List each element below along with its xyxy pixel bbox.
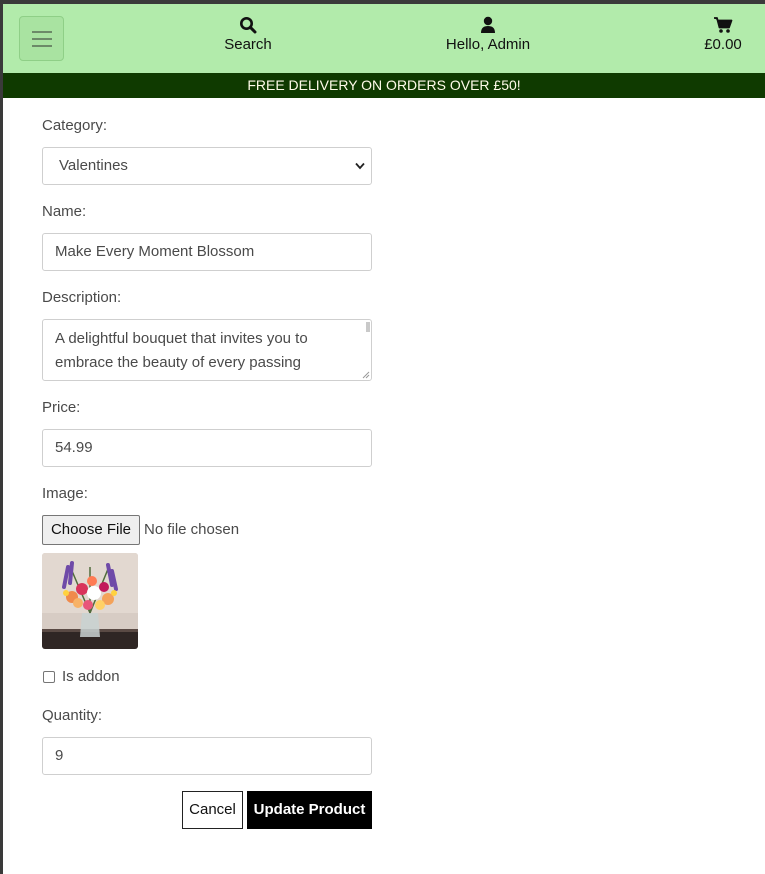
- hamburger-icon-bar: [32, 38, 52, 40]
- choose-file-button[interactable]: Choose File: [42, 515, 140, 545]
- description-textarea[interactable]: A delightful bouquet that invites you to…: [42, 319, 372, 381]
- bag-total: £0.00: [704, 36, 742, 53]
- addon-checkbox[interactable]: [43, 671, 55, 683]
- price-input[interactable]: 54.99: [42, 429, 372, 467]
- bag-link[interactable]: £0.00: [693, 16, 753, 53]
- image-label: Image:: [42, 485, 88, 502]
- account-link[interactable]: Hello, Admin: [423, 16, 553, 53]
- description-label: Description:: [42, 289, 122, 306]
- category-selected: Valentines: [59, 157, 128, 174]
- description-text: A delightful bouquet that invites you to…: [55, 330, 308, 371]
- quantity-input[interactable]: 9: [42, 737, 372, 775]
- category-select[interactable]: Valentines: [42, 147, 372, 185]
- menu-toggle-button[interactable]: [19, 16, 64, 61]
- resize-grip-icon[interactable]: [362, 371, 370, 379]
- name-label: Name:: [42, 203, 87, 220]
- update-product-button[interactable]: Update Product: [247, 791, 372, 829]
- page: Search Hello, Admin £0.00 FREE DELIVERY …: [3, 4, 765, 874]
- search-label: Search: [224, 36, 272, 53]
- cart-icon: [714, 17, 733, 33]
- user-icon: [481, 16, 495, 33]
- price-label: Price:: [42, 399, 81, 416]
- category-label: Category:: [42, 117, 108, 134]
- hamburger-icon-bar: [32, 45, 52, 47]
- hamburger-icon: [32, 31, 52, 33]
- search-icon: [240, 17, 257, 34]
- addon-label: Is addon: [62, 668, 120, 685]
- delivery-banner: FREE DELIVERY ON ORDERS OVER £50!: [3, 73, 765, 98]
- search-link[interactable]: Search: [208, 16, 288, 53]
- quantity-label: Quantity:: [42, 707, 103, 724]
- name-input[interactable]: Make Every Moment Blossom: [42, 233, 372, 271]
- cancel-button[interactable]: Cancel: [182, 791, 243, 829]
- file-status: No file chosen: [144, 521, 240, 538]
- flower-bouquet-image: [42, 553, 138, 649]
- product-image-preview: [42, 553, 138, 649]
- textarea-scrollbar[interactable]: [366, 322, 370, 332]
- chevron-down-icon: [355, 162, 365, 170]
- top-navbar: Search Hello, Admin £0.00: [3, 4, 765, 73]
- account-label: Hello, Admin: [445, 36, 531, 53]
